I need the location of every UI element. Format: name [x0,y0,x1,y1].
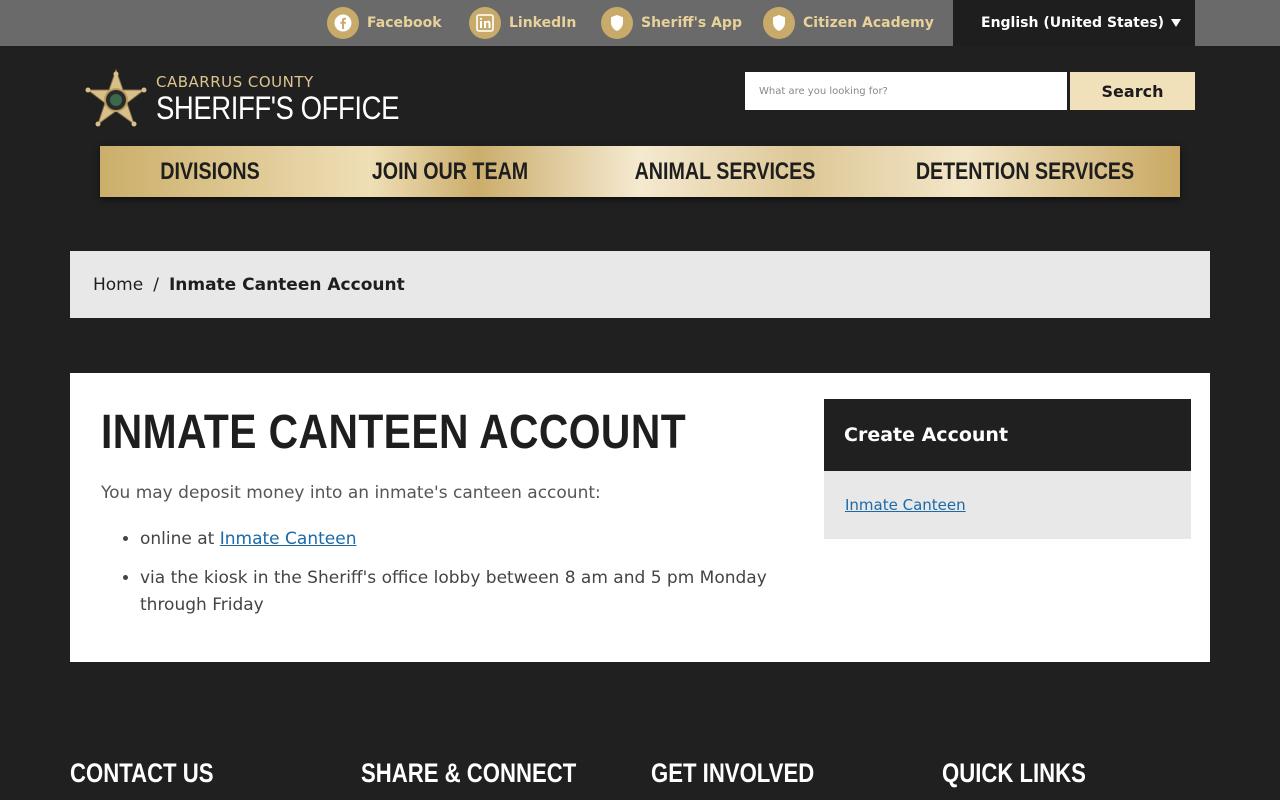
shield-icon [763,7,795,39]
intro-text: You may deposit money into an inmate's c… [101,483,601,503]
caret-down-icon [1171,19,1181,27]
nav-item-divisions[interactable]: DIVISIONS [120,146,300,197]
nav-item-join-our-team[interactable]: JOIN OUR TEAM [343,146,556,197]
facebook-link[interactable]: Facebook [327,7,442,39]
sheriffs-app-link[interactable]: Sheriff's App [601,7,742,39]
sheriff-star-icon [85,68,147,127]
footer-heading-get-involved: GET INVOLVED [651,758,815,788]
citizen-academy-link[interactable]: Citizen Academy [763,7,934,39]
site-logo[interactable]: CABARRUS COUNTY SHERIFF'S OFFICE [84,68,439,130]
content-panel: INMATE CANTEEN ACCOUNT You may deposit m… [70,373,1210,662]
sidebar-body: Inmate Canteen [824,471,1191,539]
footer-heading-quick-links: QUICK LINKS [942,758,1086,788]
bullet-online-prefix: online at [140,529,220,549]
nav-item-animal-services[interactable]: ANIMAL SERVICES [606,146,844,197]
page-title: INMATE CANTEEN ACCOUNT [101,406,687,459]
language-label: English (United States) [981,15,1165,31]
facebook-icon [327,7,359,39]
sidebar-heading: Create Account [824,399,1191,471]
linkedin-icon [469,7,501,39]
breadcrumb-home-link[interactable]: Home [93,275,143,295]
footer-heading-share-connect: SHARE & CONNECT [361,758,577,788]
breadcrumb: Home / Inmate Canteen Account [70,251,1210,318]
main-nav: DIVISIONS JOIN OUR TEAM ANIMAL SERVICES … [100,146,1180,197]
nav-item-detention-services[interactable]: DETENTION SERVICES [898,146,1152,197]
footer-heading-contact-us: CONTACT US [70,758,214,788]
search-button[interactable]: Search [1070,72,1195,110]
logo-office-name: SHERIFF'S OFFICE [156,89,400,126]
facebook-label: Facebook [367,15,442,31]
breadcrumb-current: Inmate Canteen Account [168,274,405,295]
list-item: online at Inmate Canteen [140,526,800,553]
linkedin-link[interactable]: LinkedIn [469,7,576,39]
language-selector[interactable]: English (United States) [953,0,1195,46]
list-item: via the kiosk in the Sheriff's office lo… [140,565,800,619]
inmate-canteen-link[interactable]: Inmate Canteen [220,529,357,549]
breadcrumb-separator: / [153,274,159,295]
top-utility-bar: Facebook LinkedIn Sheriff's App Citizen … [0,0,1280,46]
linkedin-label: LinkedIn [509,15,577,31]
citizen-academy-label: Citizen Academy [803,15,934,31]
sheriffs-app-label: Sheriff's App [641,15,742,31]
shield-icon [601,7,633,39]
search-input[interactable] [745,72,1067,110]
deposit-methods-list: online at Inmate Canteen via the kiosk i… [140,526,800,631]
logo-county-name: CABARRUS COUNTY [156,72,314,91]
sidebar-inmate-canteen-link[interactable]: Inmate Canteen [845,496,966,514]
sidebar-card: Create Account Inmate Canteen [824,399,1191,539]
